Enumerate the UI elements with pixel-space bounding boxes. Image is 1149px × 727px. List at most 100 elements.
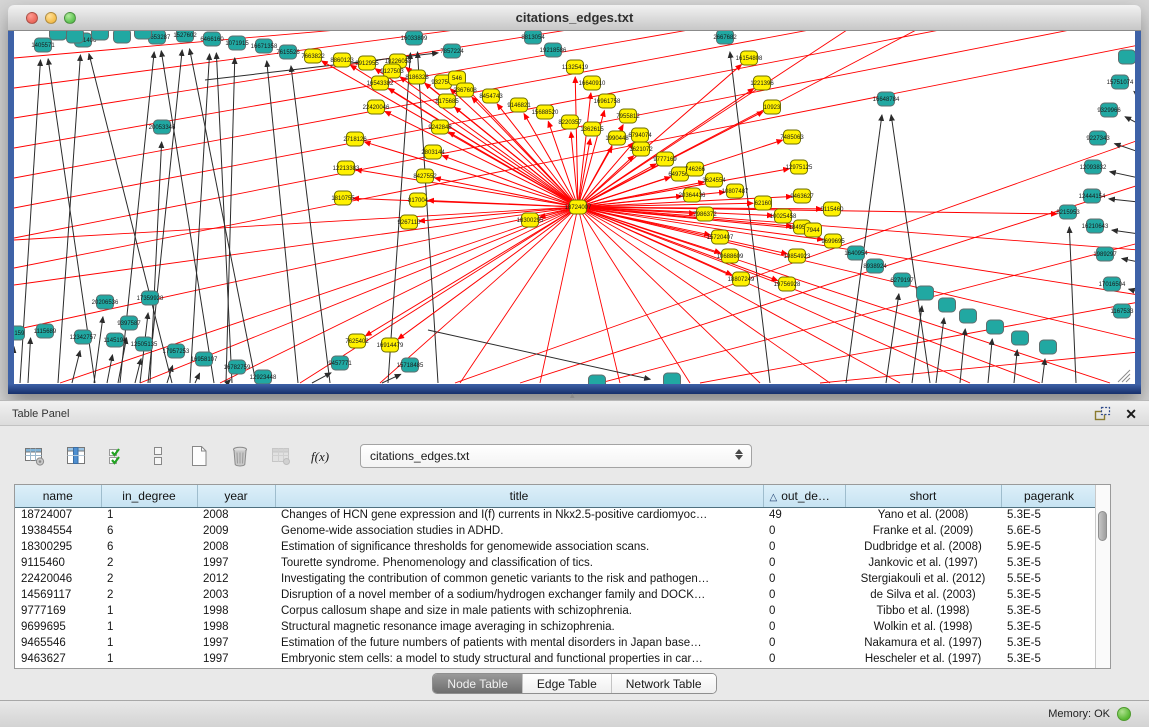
graph-node[interactable] <box>92 31 109 40</box>
graph-node[interactable]: 1640954 <box>844 246 868 260</box>
graph-node[interactable]: 2718126 <box>343 132 367 146</box>
graph-node[interactable]: 15720407 <box>707 230 734 244</box>
graph-node[interactable] <box>1119 50 1136 64</box>
network-table-select[interactable]: citations_edges.txt <box>360 444 752 468</box>
graph-node[interactable] <box>960 309 977 323</box>
graph-node[interactable]: 9463627 <box>790 189 814 203</box>
graph-node[interactable]: 9115460 <box>821 202 845 216</box>
column-header-pagerank[interactable]: pagerank <box>1001 485 1097 507</box>
table-row[interactable]: 1830029562008Estimation of significance … <box>15 539 1097 555</box>
graph-node[interactable]: 817004 <box>408 193 429 207</box>
graph-node[interactable] <box>987 320 1004 334</box>
select-rows-icon[interactable] <box>104 443 130 469</box>
graph-node[interactable] <box>50 31 67 40</box>
graph-node[interactable]: 10807487 <box>722 184 749 198</box>
graph-node[interactable]: 8938924 <box>863 259 887 273</box>
graph-node[interactable]: 16210643 <box>1082 219 1109 233</box>
graph-node[interactable]: 8186328 <box>405 70 429 84</box>
graph-node[interactable]: 3624554 <box>702 173 726 187</box>
table-vertical-scrollbar[interactable] <box>1095 485 1110 668</box>
table-row[interactable]: 1456911722003Disruption of a novel membe… <box>15 587 1097 603</box>
graph-node[interactable]: 10025458 <box>770 209 797 223</box>
graph-node[interactable]: 16782759 <box>224 360 251 374</box>
graph-node[interactable] <box>135 31 152 39</box>
tab-network-table[interactable]: Network Table <box>611 674 716 693</box>
graph-node[interactable]: 7615526 <box>276 45 300 59</box>
graph-node[interactable]: 12342757 <box>70 330 97 344</box>
graph-node[interactable]: 1115689 <box>34 324 57 338</box>
tab-edge-table[interactable]: Edge Table <box>522 674 611 693</box>
graph-node[interactable]: 1527602 <box>173 31 197 42</box>
graph-node[interactable]: 8813054 <box>521 31 545 44</box>
graph-node[interactable]: 2367608 <box>453 83 477 97</box>
scrollbar-thumb[interactable] <box>1098 511 1107 541</box>
column-header-indegree[interactable]: in_degree <box>101 485 197 507</box>
graph-node[interactable]: 1167533 <box>1111 304 1135 318</box>
graph-node[interactable]: 7944 <box>805 223 822 237</box>
graph-node[interactable]: 9457771 <box>328 356 352 370</box>
graph-node[interactable]: 16958107 <box>191 352 218 366</box>
column-header-outde[interactable]: △out_de… <box>763 485 845 507</box>
tab-node-table[interactable]: Node Table <box>433 674 522 693</box>
graph-node[interactable]: 15688520 <box>532 105 559 119</box>
graph-node[interactable]: 8427552 <box>413 169 437 183</box>
graph-node[interactable]: 15751074 <box>1107 75 1134 89</box>
graph-node[interactable]: 7485063 <box>780 130 804 144</box>
graph-node[interactable] <box>114 31 131 43</box>
graph-node[interactable]: 39159 <box>14 326 25 340</box>
graph-node[interactable]: 9227343 <box>1086 131 1110 145</box>
graph-node[interactable]: 16671358 <box>251 39 278 53</box>
graph-node[interactable]: 20053346 <box>149 120 176 134</box>
graph-node[interactable]: 20206536 <box>92 295 119 309</box>
graph-node[interactable]: 18807249 <box>728 272 755 286</box>
graph-node[interactable]: 9146821 <box>507 98 531 112</box>
table-row[interactable]: 977716911998Corpus callosum shape and si… <box>15 603 1097 619</box>
graph-node[interactable]: 2803144 <box>421 145 445 159</box>
graph-node[interactable]: 6466160 <box>200 32 224 46</box>
graph-node[interactable]: 12444154 <box>1079 189 1106 203</box>
graph-node[interactable]: 1990448 <box>605 131 629 145</box>
table-row[interactable]: 969969511998Structural magnetic resonanc… <box>15 619 1097 635</box>
graph-node[interactable] <box>917 286 934 300</box>
graph-node[interactable]: 1221396 <box>750 76 774 90</box>
graph-node[interactable] <box>1040 340 1057 354</box>
graph-node[interactable] <box>589 375 606 384</box>
table-row[interactable]: 1938455462009Genome-wide association stu… <box>15 523 1097 539</box>
graph-node[interactable]: 17359928 <box>137 291 164 305</box>
column-visibility-icon[interactable] <box>63 443 89 469</box>
graph-node[interactable]: 9397587 <box>117 316 141 330</box>
graph-node[interactable]: 7857224 <box>440 44 464 58</box>
graph-node[interactable]: 8912955 <box>355 56 379 70</box>
column-header-short[interactable]: short <box>845 485 1001 507</box>
graph-node[interactable]: 6279197 <box>890 273 914 287</box>
graph-node[interactable]: 8454743 <box>479 89 503 103</box>
graph-node[interactable] <box>664 373 681 384</box>
graph-node[interactable]: 1145194 <box>104 333 128 347</box>
close-panel-icon[interactable]: ✕ <box>1125 407 1137 421</box>
graph-node[interactable]: 12093832 <box>1080 160 1107 174</box>
new-table-icon[interactable] <box>186 443 212 469</box>
graph-node[interactable]: 12213383 <box>333 161 360 175</box>
graph-node[interactable]: 2667682 <box>713 31 737 44</box>
graph-node[interactable]: 16033809 <box>401 31 428 45</box>
graph-node[interactable]: 16914479 <box>377 338 404 352</box>
table-row[interactable]: 946554611997Estimation of the future num… <box>15 635 1097 651</box>
float-panel-icon[interactable] <box>1094 406 1111 421</box>
graph-node[interactable]: 10923 <box>764 100 782 114</box>
graph-node[interactable]: 6794074 <box>628 128 652 142</box>
graph-node[interactable]: 16648784 <box>873 92 900 106</box>
graph-node[interactable]: 62160 <box>755 196 773 210</box>
table-settings-icon[interactable] <box>22 443 48 469</box>
graph-node[interactable]: 16640910 <box>579 76 606 90</box>
graph-node[interactable] <box>1012 331 1029 345</box>
function-builder-icon[interactable]: f(x) <box>309 443 335 469</box>
table-row[interactable]: 911546021997Tourette syndrome. Phenomeno… <box>15 555 1097 571</box>
table-row[interactable]: 2242004622012Investigating the contribut… <box>15 571 1097 587</box>
table-row[interactable]: 1872400712008Changes of HCN gene express… <box>15 507 1097 523</box>
graph-node[interactable]: 8215953 <box>1056 205 1080 219</box>
graph-node[interactable]: 746266 <box>685 162 706 176</box>
graph-node[interactable]: 9329966 <box>1097 103 1121 117</box>
graph-node[interactable] <box>67 31 84 43</box>
graph-node[interactable]: 9777169 <box>653 152 677 166</box>
graph-node[interactable]: 9267110 <box>398 215 422 229</box>
